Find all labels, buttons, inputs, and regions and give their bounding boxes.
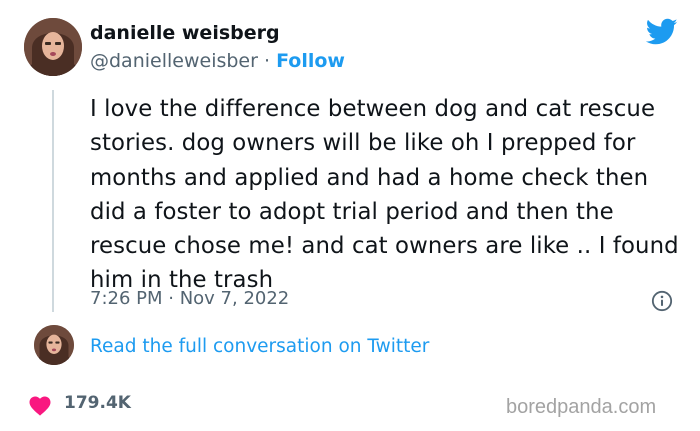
- handle-row: @danielleweisber · Follow: [90, 50, 345, 72]
- handle-separator: ·: [257, 50, 277, 72]
- info-icon[interactable]: [651, 290, 673, 312]
- tweet-time: 7:26 PM: [90, 288, 163, 309]
- author-handle[interactable]: @danielleweisber: [90, 50, 258, 72]
- read-conversation-link[interactable]: Read the full conversation on Twitter: [90, 336, 429, 357]
- reply-avatar-image: [34, 325, 74, 365]
- heart-icon[interactable]: [28, 394, 52, 416]
- like-count: 179.4K: [64, 393, 131, 413]
- reply-avatar[interactable]: [34, 325, 74, 365]
- tweet-date: Nov 7, 2022: [179, 288, 290, 309]
- author-name[interactable]: danielle weisberg: [90, 22, 280, 44]
- twitter-bird-icon[interactable]: [646, 18, 678, 46]
- author-avatar-image: [24, 18, 82, 76]
- watermark: boredpanda.com: [506, 396, 657, 418]
- follow-button[interactable]: Follow: [276, 50, 345, 72]
- thread-connector-line: [52, 90, 54, 312]
- author-avatar[interactable]: [24, 18, 82, 76]
- timestamp-separator: ·: [162, 288, 180, 309]
- tweet-text: I love the difference between dog and ca…: [90, 96, 679, 294]
- timestamp[interactable]: 7:26 PM · Nov 7, 2022: [90, 288, 289, 309]
